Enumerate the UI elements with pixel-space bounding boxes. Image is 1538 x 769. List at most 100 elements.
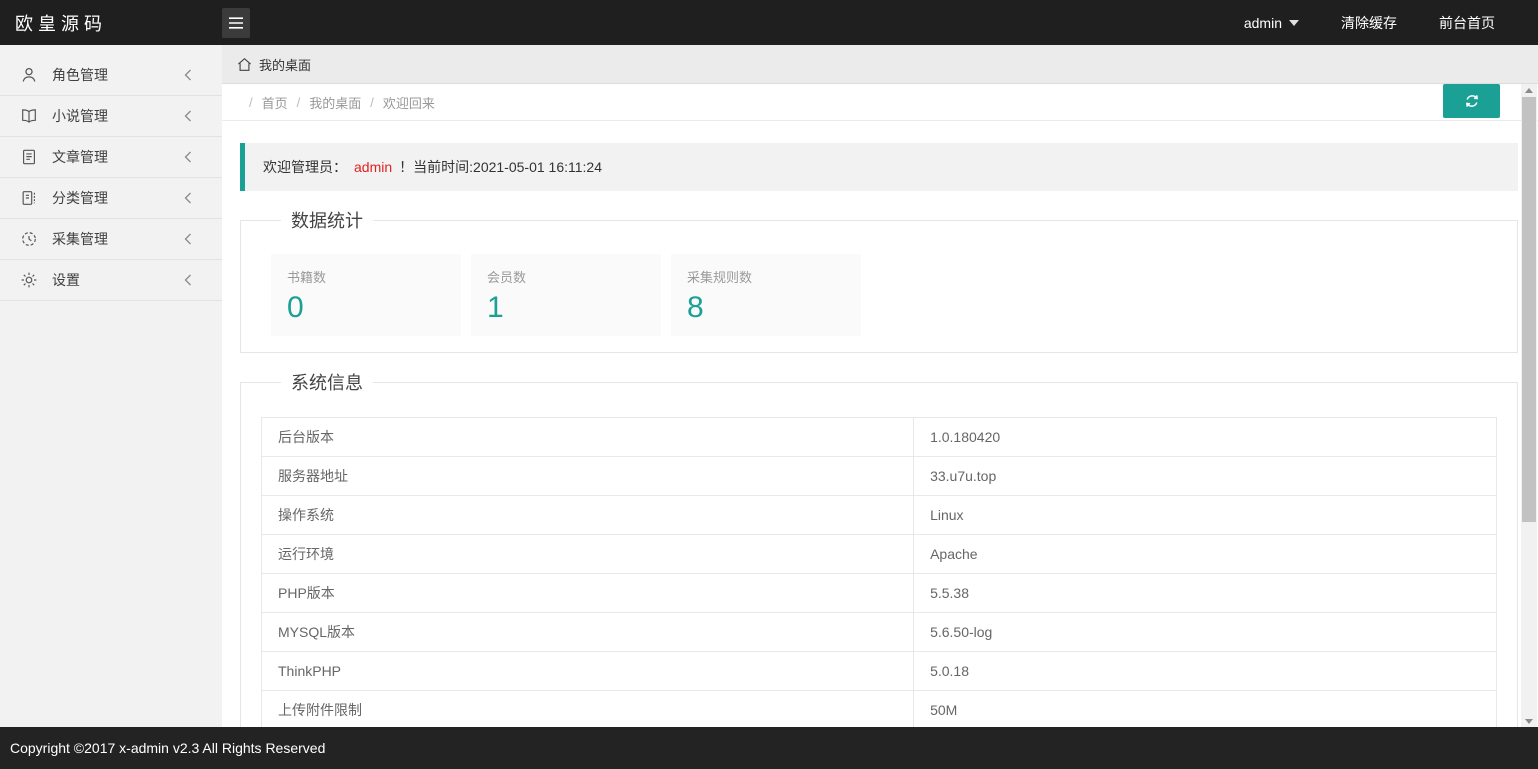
table-row: PHP版本 5.5.38	[262, 574, 1497, 613]
breadcrumb-row: / 首页 / 我的桌面 / 欢迎回来	[222, 84, 1538, 121]
scroll-up-arrow[interactable]	[1521, 84, 1537, 96]
article-icon	[20, 148, 38, 166]
table-row: MYSQL版本 5.6.50-log	[262, 613, 1497, 652]
sidebar-item[interactable]: 文章管理	[0, 137, 222, 178]
sidebar-item[interactable]: 设置	[0, 260, 222, 301]
welcome-prefix: 欢迎管理员：	[263, 157, 347, 177]
sysinfo-row-label: 运行环境	[262, 535, 914, 574]
sysinfo-row-label: MYSQL版本	[262, 613, 914, 652]
breadcrumb-separator: /	[370, 95, 374, 110]
gear-icon	[20, 271, 38, 289]
stat-cards: 书籍数 0 会员数 1 采集规则数 8	[261, 254, 1497, 336]
sysinfo-row-value: 33.u7u.top	[914, 457, 1497, 496]
sidebar-item[interactable]: 采集管理	[0, 219, 222, 260]
welcome-banner: 欢迎管理员： admin ！当前时间:2021-05-01 16:11:24	[240, 143, 1518, 191]
stat-card-label: 会员数	[487, 267, 645, 286]
stat-card-value: 1	[487, 291, 645, 324]
sidebar-item-label: 采集管理	[52, 229, 108, 249]
scrollbar-thumb[interactable]	[1522, 97, 1536, 522]
frontend-home-link[interactable]: 前台首页	[1418, 0, 1516, 45]
table-row: ThinkPHP 5.0.18	[262, 652, 1497, 691]
sidebar-item[interactable]: 小说管理	[0, 96, 222, 137]
chevron-left-icon	[184, 233, 192, 245]
caret-down-icon	[1289, 20, 1299, 26]
menu-toggle-button[interactable]	[222, 8, 250, 38]
refresh-icon	[1462, 91, 1482, 111]
sidebar-item[interactable]: 分类管理	[0, 178, 222, 219]
footer: Copyright ©2017 x-admin v2.3 All Rights …	[0, 727, 1538, 769]
app-logo: 欧皇源码	[0, 10, 222, 36]
stat-card: 会员数 1	[471, 254, 661, 336]
sysinfo-row-label: 后台版本	[262, 418, 914, 457]
vertical-scrollbar[interactable]	[1521, 84, 1537, 727]
sysinfo-row-label: 服务器地址	[262, 457, 914, 496]
sysinfo-panel-title: 系统信息	[281, 369, 373, 395]
tab-label: 我的桌面	[259, 55, 311, 74]
table-row: 操作系统 Linux	[262, 496, 1497, 535]
page-content: 欢迎管理员： admin ！当前时间:2021-05-01 16:11:24 数…	[222, 121, 1538, 727]
clear-cache-link[interactable]: 清除缓存	[1320, 0, 1418, 45]
table-row: 后台版本 1.0.180420	[262, 418, 1497, 457]
sidebar-item-label: 小说管理	[52, 106, 108, 126]
book-icon	[20, 107, 38, 125]
stat-card-label: 书籍数	[287, 267, 445, 286]
chevron-left-icon	[184, 69, 192, 81]
sidebar-item-label: 文章管理	[52, 147, 108, 167]
stat-card-value: 0	[287, 291, 445, 324]
collect-icon	[20, 230, 38, 248]
chevron-left-icon	[184, 110, 192, 122]
table-row: 上传附件限制 50M	[262, 691, 1497, 728]
user-name: admin	[1244, 15, 1282, 31]
breadcrumb-item[interactable]: 首页	[262, 93, 288, 112]
sysinfo-row-value: Apache	[914, 535, 1497, 574]
chevron-left-icon	[184, 274, 192, 286]
welcome-suffix: ！当前时间:	[399, 157, 473, 177]
topbar-right: admin 清除缓存 前台首页	[1223, 0, 1538, 45]
refresh-button[interactable]	[1443, 84, 1500, 118]
scroll-down-arrow[interactable]	[1521, 715, 1537, 727]
sysinfo-row-value: 5.6.50-log	[914, 613, 1497, 652]
stat-card-value: 8	[687, 291, 845, 324]
tab-my-desktop[interactable]: 我的桌面	[237, 55, 311, 74]
breadcrumb-item[interactable]: 欢迎回来	[383, 93, 435, 112]
user-dropdown[interactable]: admin	[1223, 0, 1320, 45]
sysinfo-row-value: 5.5.38	[914, 574, 1497, 613]
user-icon	[20, 66, 38, 84]
sidebar-item-label: 分类管理	[52, 188, 108, 208]
tab-bar: 我的桌面	[222, 45, 1538, 84]
breadcrumb-separator: /	[297, 95, 301, 110]
home-icon	[237, 57, 252, 72]
breadcrumb: / 首页 / 我的桌面 / 欢迎回来	[240, 93, 435, 112]
sysinfo-row-value: 5.0.18	[914, 652, 1497, 691]
stats-panel: 数据统计 书籍数 0 会员数 1 采集规则数 8	[240, 207, 1518, 353]
stats-panel-title: 数据统计	[281, 207, 373, 233]
welcome-username: admin	[354, 159, 392, 175]
sysinfo-row-value: 50M	[914, 691, 1497, 728]
stat-card-label: 采集规则数	[687, 267, 845, 286]
welcome-datetime: 2021-05-01 16:11:24	[473, 159, 602, 175]
chevron-left-icon	[184, 192, 192, 204]
table-row: 运行环境 Apache	[262, 535, 1497, 574]
sidebar-item-label: 设置	[52, 270, 80, 290]
table-row: 服务器地址 33.u7u.top	[262, 457, 1497, 496]
sysinfo-row-value: 1.0.180420	[914, 418, 1497, 457]
category-icon	[20, 189, 38, 207]
sidebar-item-label: 角色管理	[52, 65, 108, 85]
stat-card: 书籍数 0	[271, 254, 461, 336]
breadcrumb-item[interactable]: 我的桌面	[309, 93, 361, 112]
sysinfo-row-label: ThinkPHP	[262, 652, 914, 691]
sysinfo-table: 后台版本 1.0.180420 服务器地址 33.u7u.top 操作系统 Li…	[261, 417, 1497, 727]
main-area: 我的桌面 / 首页 / 我的桌面 / 欢迎回来	[222, 45, 1538, 727]
sidebar-item[interactable]: 角色管理	[0, 55, 222, 96]
sysinfo-row-label: PHP版本	[262, 574, 914, 613]
stat-card: 采集规则数 8	[671, 254, 861, 336]
chevron-left-icon	[184, 151, 192, 163]
copyright-text: Copyright ©2017 x-admin v2.3 All Rights …	[10, 740, 325, 756]
sysinfo-row-label: 上传附件限制	[262, 691, 914, 728]
sysinfo-row-label: 操作系统	[262, 496, 914, 535]
breadcrumb-separator: /	[249, 95, 253, 110]
sidebar: 角色管理 小说管理 文章管理 分类管理 采集管理 设置	[0, 45, 222, 727]
sysinfo-panel: 系统信息 后台版本 1.0.180420 服务器地址 33.u7u.top	[240, 369, 1518, 727]
topbar: 欧皇源码 admin 清除缓存 前台首页	[0, 0, 1538, 45]
sysinfo-row-value: Linux	[914, 496, 1497, 535]
